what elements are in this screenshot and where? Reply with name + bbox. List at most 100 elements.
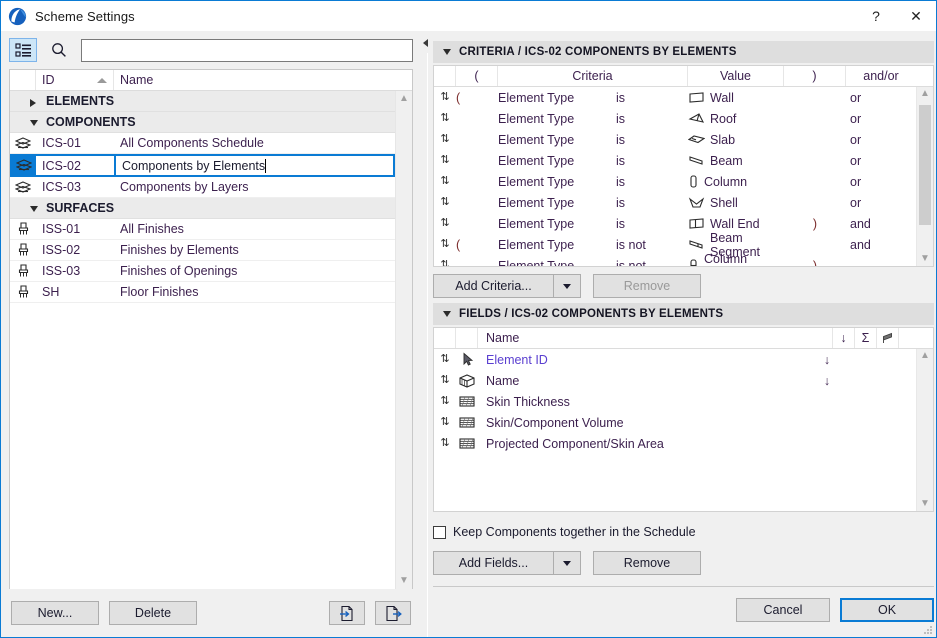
sort-arrow-icon[interactable]: ↓ [833, 328, 855, 348]
fields-scroll-down-icon[interactable]: ▼ [920, 499, 930, 509]
remove-criteria-button[interactable]: Remove [593, 274, 701, 298]
criteria-section-header[interactable]: CRITERIA / ICS-02 COMPONENTS BY ELEMENTS [433, 41, 934, 63]
flag-icon[interactable] [877, 328, 899, 348]
criteria-row[interactable]: ⇅ Element Type is Slab or [434, 129, 916, 150]
criteria-field-cell[interactable]: Element Type is not [498, 238, 688, 252]
criteria-field-cell[interactable]: Element Type is [498, 91, 688, 105]
collapse-panel-icon[interactable] [423, 39, 428, 47]
criteria-open-paren[interactable]: ( [456, 238, 498, 252]
criteria-value-cell[interactable]: Wall [688, 91, 784, 105]
scheme-list-item[interactable]: ISS-01 All Finishes [10, 219, 395, 240]
criteria-field-cell[interactable]: Element Type is [498, 112, 688, 126]
scheme-list-item[interactable]: ICS-01 All Components Schedule [10, 133, 395, 154]
field-row[interactable]: ⇅ Skin/Component Volume [434, 412, 916, 433]
field-row[interactable]: ⇅ Name ↓ [434, 370, 916, 391]
criteria-row[interactable]: ⇅ Element Type is Wall End) and [434, 213, 916, 234]
criteria-row[interactable]: ⇅ Element Type is Column or [434, 171, 916, 192]
reorder-handle-icon[interactable]: ⇅ [440, 260, 449, 267]
new-button[interactable]: New... [11, 601, 99, 625]
criteria-scrollbar[interactable]: ▲ ▼ [916, 87, 933, 266]
reorder-handle-icon[interactable]: ⇅ [440, 375, 449, 386]
chevron-down-icon[interactable] [30, 206, 38, 212]
criteria-close-paren[interactable]: ) [784, 217, 846, 231]
scroll-up-icon[interactable]: ▲ [399, 94, 409, 104]
group-row[interactable]: ELEMENTS [10, 91, 395, 112]
criteria-row[interactable]: ⇅(Element Type is not Beam Segment and [434, 231, 916, 259]
scheme-list-item[interactable]: SH Floor Finishes [10, 282, 395, 303]
criteria-andor-cell[interactable]: or [846, 91, 916, 105]
help-button[interactable]: ? [856, 1, 896, 31]
criteria-andor-cell[interactable]: or [846, 196, 916, 210]
reorder-handle-icon[interactable]: ⇅ [440, 155, 449, 166]
scheme-list-item[interactable]: ICS-02 Components by Elements [10, 154, 395, 177]
criteria-value-cell[interactable]: Slab [688, 133, 784, 147]
field-row[interactable]: ⇅ Skin Thickness [434, 391, 916, 412]
reorder-handle-icon[interactable]: ⇅ [440, 113, 449, 124]
column-header-id[interactable]: ID [36, 70, 114, 90]
reorder-handle-icon[interactable]: ⇅ [440, 134, 449, 145]
reorder-handle-icon[interactable]: ⇅ [440, 396, 449, 407]
criteria-andor-cell[interactable]: and [846, 217, 916, 231]
scheme-list-item[interactable]: ISS-02 Finishes by Elements [10, 240, 395, 261]
criteria-close-paren[interactable]: ) [784, 259, 846, 267]
criteria-value-cell[interactable]: Roof [688, 112, 784, 126]
reorder-handle-icon[interactable]: ⇅ [440, 417, 449, 428]
group-row[interactable]: COMPONENTS [10, 112, 395, 133]
criteria-value-cell[interactable]: Column Segment [688, 252, 784, 266]
criteria-andor-cell[interactable]: and [846, 238, 916, 252]
reorder-handle-icon[interactable]: ⇅ [440, 197, 449, 208]
fields-section-header[interactable]: FIELDS / ICS-02 COMPONENTS BY ELEMENTS [433, 303, 934, 325]
criteria-row[interactable]: ⇅ Element Type is Roof or [434, 108, 916, 129]
add-fields-button[interactable]: Add Fields... [433, 551, 581, 575]
field-sort-cell[interactable]: ↓ [816, 353, 838, 367]
criteria-value-cell[interactable]: Column [688, 174, 784, 189]
scheme-list-item[interactable]: ISS-03 Finishes of Openings [10, 261, 395, 282]
criteria-scroll-down-icon[interactable]: ▼ [920, 254, 930, 264]
export-scheme-icon[interactable] [375, 601, 411, 625]
search-icon[interactable] [45, 38, 73, 62]
keep-components-together-checkbox[interactable] [433, 525, 446, 539]
criteria-row[interactable]: ⇅ Element Type is not Column Segment) [434, 252, 916, 267]
reorder-handle-icon[interactable]: ⇅ [440, 176, 449, 187]
resize-grip[interactable] [923, 624, 933, 634]
criteria-andor-cell[interactable]: or [846, 133, 916, 147]
criteria-field-cell[interactable]: Element Type is [498, 175, 688, 189]
criteria-row[interactable]: ⇅ (Element Type is Wall or [434, 87, 916, 108]
field-row[interactable]: ⇅ Element ID ↓ [434, 349, 916, 370]
search-input[interactable] [81, 38, 413, 62]
add-criteria-dropdown-icon[interactable] [553, 274, 581, 298]
field-sort-cell[interactable]: ↓ [816, 374, 838, 388]
reorder-handle-icon[interactable]: ⇅ [440, 438, 449, 449]
chevron-down-icon[interactable] [30, 120, 38, 126]
ok-button[interactable]: OK [840, 598, 934, 622]
reorder-handle-icon[interactable]: ⇅ [440, 218, 449, 229]
criteria-scroll-up-icon[interactable]: ▲ [920, 89, 930, 99]
criteria-andor-cell[interactable]: or [846, 154, 916, 168]
criteria-row[interactable]: ⇅ Element Type is Beam or [434, 150, 916, 171]
criteria-value-cell[interactable]: Beam [688, 154, 784, 168]
criteria-andor-cell[interactable]: or [846, 175, 916, 189]
add-fields-dropdown-icon[interactable] [553, 551, 581, 575]
criteria-row[interactable]: ⇅ Element Type is Shell or [434, 192, 916, 213]
scheme-name-input[interactable]: Components by Elements [116, 156, 393, 175]
delete-button[interactable]: Delete [109, 601, 197, 625]
scheme-list-item[interactable]: ICS-03 Components by Layers [10, 177, 395, 198]
keep-components-together-row[interactable]: Keep Components together in the Schedule [433, 518, 934, 546]
group-row[interactable]: SURFACES [10, 198, 395, 219]
tree-list-icon[interactable] [9, 38, 37, 62]
criteria-open-paren[interactable]: ( [456, 91, 498, 105]
criteria-value-cell[interactable]: Wall End [688, 217, 784, 231]
reorder-handle-icon[interactable]: ⇅ [440, 92, 449, 103]
cancel-button[interactable]: Cancel [736, 598, 830, 622]
add-criteria-button[interactable]: Add Criteria... [433, 274, 581, 298]
criteria-value-cell[interactable]: Shell [688, 196, 784, 210]
fields-scroll-up-icon[interactable]: ▲ [920, 351, 930, 361]
criteria-field-cell[interactable]: Element Type is [498, 133, 688, 147]
criteria-field-cell[interactable]: Element Type is [498, 217, 688, 231]
schemes-scrollbar[interactable]: ▲ ▼ [395, 91, 412, 589]
reorder-handle-icon[interactable]: ⇅ [440, 239, 449, 250]
field-row[interactable]: ⇅ Projected Component/Skin Area [434, 433, 916, 454]
chevron-right-icon[interactable] [30, 99, 36, 107]
remove-fields-button[interactable]: Remove [593, 551, 701, 575]
criteria-field-cell[interactable]: Element Type is not [498, 259, 688, 267]
